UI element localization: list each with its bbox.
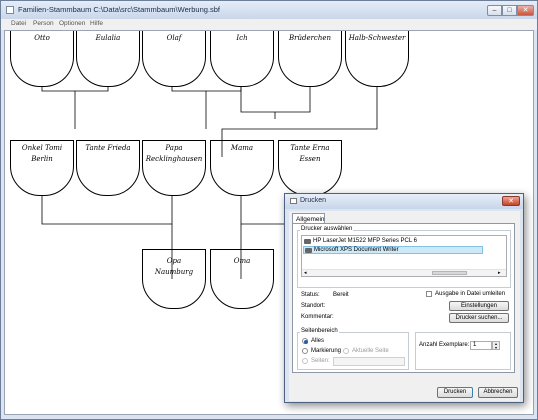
printer-name: HP LaserJet M1522 MFP Series PCL 6 — [313, 238, 417, 244]
person-card[interactable]: Tante Frieda — [76, 140, 140, 196]
range-pages-radio[interactable] — [302, 358, 308, 364]
person-name: Opa — [166, 257, 182, 265]
horizontal-scrollbar[interactable]: ◂ ▸ — [302, 269, 506, 276]
person-name: Eulalia — [95, 34, 121, 42]
range-all-label: Alles — [311, 338, 325, 344]
find-printer-button[interactable]: Drucker suchen... — [449, 313, 509, 323]
person-name: Tante Erna — [290, 144, 330, 152]
print-to-file-label: Ausgabe in Datei umleiten — [435, 291, 506, 297]
range-selection-radio[interactable] — [302, 348, 308, 354]
range-pages-input[interactable] — [333, 357, 405, 366]
cancel-button[interactable]: Abbrechen — [478, 387, 518, 398]
print-to-file-checkbox[interactable] — [426, 291, 432, 297]
dialog-title-bar[interactable]: Drucken ✕ — [285, 194, 523, 209]
tab-panel: Drucker auswählen HP LaserJet M1522 MFP … — [292, 223, 515, 373]
range-pages-label: Seiten: — [311, 358, 330, 364]
printer-icon — [305, 248, 312, 253]
printer-group-label: Drucker auswählen — [300, 226, 354, 232]
person-place: Essen — [299, 155, 321, 163]
person-card[interactable]: Opa Naumburg — [142, 249, 206, 309]
printer-icon — [304, 239, 311, 244]
person-name: Halb-Schwester — [348, 34, 406, 42]
menu-hilfe[interactable]: Hilfe — [90, 20, 103, 27]
status-value: Bereit — [333, 292, 349, 298]
app-icon — [6, 6, 14, 14]
person-card[interactable]: Brüderchen — [278, 31, 342, 87]
person-name: Brüderchen — [288, 34, 332, 42]
range-current-label: Aktuelle Seite — [352, 348, 389, 354]
person-name: Onkel Tomi — [21, 144, 63, 152]
range-current-radio[interactable] — [343, 348, 349, 354]
print-button[interactable]: Drucken — [437, 387, 473, 398]
person-card[interactable]: Otto — [10, 31, 74, 87]
copies-label: Anzahl Exemplare: — [419, 342, 470, 348]
dialog-close-button[interactable]: ✕ — [502, 196, 520, 206]
person-place: Recklinghausen — [145, 155, 203, 163]
printer-name: Microsoft XPS Document Writer — [314, 247, 399, 253]
person-name: Mama — [230, 144, 254, 152]
person-card[interactable]: Mama — [210, 140, 274, 196]
range-all-radio[interactable] — [302, 338, 308, 344]
maximize-button[interactable]: □ — [502, 5, 517, 16]
copies-group — [415, 332, 511, 370]
person-card[interactable]: Oma — [210, 249, 274, 309]
page-range-label: Seitenbereich — [300, 328, 339, 334]
status-label: Status: — [301, 292, 320, 298]
person-card[interactable]: Ich — [210, 31, 274, 87]
person-place: Naumburg — [154, 268, 194, 276]
window-title: Familien-Stammbaum C:\Data\src\Stammbaum… — [18, 5, 221, 14]
person-name: Papa — [165, 144, 183, 152]
printer-item[interactable]: HP LaserJet M1522 MFP Series PCL 6 — [303, 238, 506, 246]
scroll-thumb[interactable] — [432, 271, 467, 275]
person-card[interactable]: Olaf — [142, 31, 206, 87]
printer-item-selected[interactable]: Microsoft XPS Document Writer — [303, 246, 483, 254]
person-name: Ich — [236, 34, 248, 42]
comment-label: Kommentar: — [301, 314, 334, 320]
settings-button[interactable]: Einstellungen — [449, 301, 509, 311]
copies-spinner[interactable]: ▴ ▾ — [492, 341, 500, 350]
printer-list[interactable]: HP LaserJet M1522 MFP Series PCL 6 Micro… — [301, 235, 507, 277]
person-name: Olaf — [166, 34, 182, 42]
minimize-button[interactable]: – — [487, 5, 502, 16]
person-card[interactable]: Papa Recklinghausen — [142, 140, 206, 196]
person-card[interactable]: Onkel Tomi Berlin — [10, 140, 74, 196]
dialog-title: Drucken — [300, 197, 327, 204]
person-name: Oma — [233, 257, 251, 265]
person-card[interactable]: Eulalia — [76, 31, 140, 87]
print-dialog: Drucken ✕ Allgemein Drucker auswählen HP… — [284, 193, 524, 403]
copies-input[interactable]: 1 — [470, 341, 492, 350]
range-selection-label: Markierung — [311, 348, 342, 354]
menu-person[interactable]: Person — [33, 20, 54, 27]
printer-icon — [290, 198, 297, 204]
person-card[interactable]: Tante Erna Essen — [278, 140, 342, 196]
person-name: Otto — [34, 34, 50, 42]
scroll-right-icon[interactable]: ▸ — [498, 270, 501, 276]
close-button[interactable]: ✕ — [517, 5, 534, 16]
scroll-left-icon[interactable]: ◂ — [304, 270, 307, 276]
location-label: Standort: — [301, 303, 326, 309]
title-bar[interactable]: Familien-Stammbaum C:\Data\src\Stammbaum… — [1, 1, 537, 19]
person-name: Tante Frieda — [85, 144, 131, 152]
menu-optionen[interactable]: Optionen — [59, 20, 85, 27]
person-card[interactable]: Halb-Schwester — [345, 31, 409, 87]
person-place: Berlin — [31, 155, 53, 163]
menu-datei[interactable]: Datei — [11, 20, 26, 27]
menu-bar: Datei Person Optionen Hilfe — [1, 19, 537, 30]
